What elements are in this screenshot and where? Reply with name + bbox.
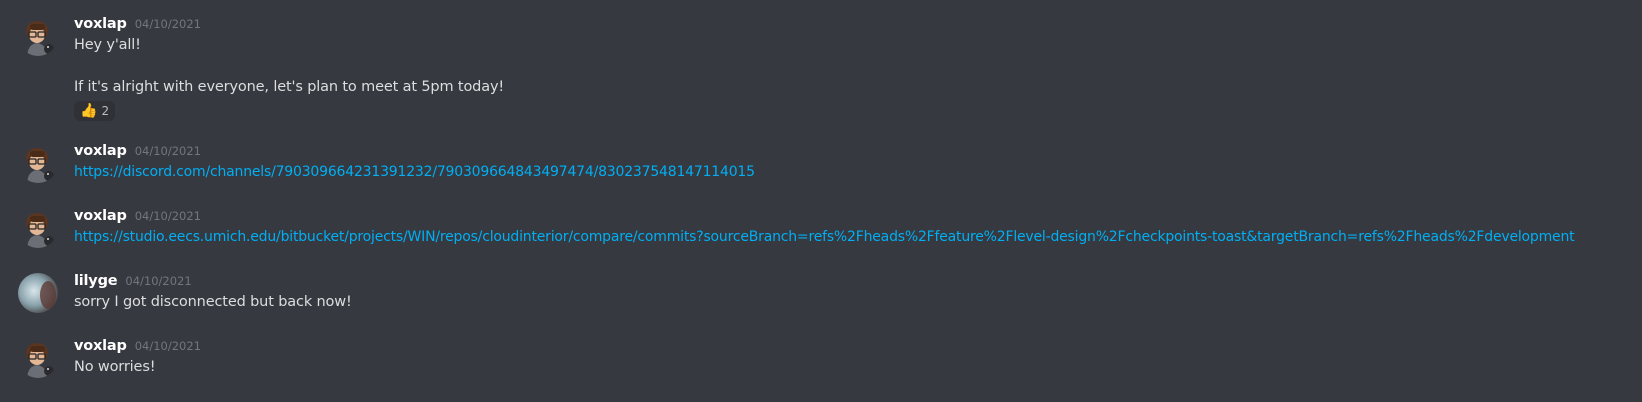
username[interactable]: voxlap xyxy=(74,143,127,159)
message-group: voxlap 04/10/2021 Hey y'all! If it's alr… xyxy=(0,16,1642,122)
avatar-lilyge-image xyxy=(18,273,58,313)
avatar[interactable] xyxy=(18,273,58,313)
message-header: voxlap 04/10/2021 xyxy=(74,338,201,358)
message-group: voxlap 04/10/2021 https://studio.eecs.um… xyxy=(0,208,1642,250)
avatar[interactable] xyxy=(18,16,58,56)
chat-message-list: voxlap 04/10/2021 Hey y'all! If it's alr… xyxy=(0,0,1642,402)
username[interactable]: voxlap xyxy=(74,338,127,354)
avatar-voxlap-image xyxy=(18,16,58,56)
message-header: voxlap 04/10/2021 xyxy=(74,16,201,36)
message-header: voxlap 04/10/2021 xyxy=(74,208,201,228)
username[interactable]: voxlap xyxy=(74,16,127,32)
message-header: lilyge 04/10/2021 xyxy=(74,273,192,293)
avatar-voxlap-image xyxy=(18,208,58,248)
timestamp: 04/10/2021 xyxy=(125,274,192,288)
message-content: https://discord.com/channels/79030966423… xyxy=(74,164,755,180)
message-text: If it's alright with everyone, let's pla… xyxy=(74,79,505,95)
reaction-thumbs-up[interactable]: 👍 2 xyxy=(74,101,116,121)
message-group: voxlap 04/10/2021 https://discord.com/ch… xyxy=(0,143,1642,185)
thumbs-up-icon: 👍 xyxy=(80,103,98,119)
message-link[interactable]: https://studio.eecs.umich.edu/bitbucket/… xyxy=(74,229,1575,245)
message-link[interactable]: https://discord.com/channels/79030966423… xyxy=(74,164,755,180)
timestamp: 04/10/2021 xyxy=(134,144,201,158)
message-content: https://studio.eecs.umich.edu/bitbucket/… xyxy=(74,229,1575,245)
avatar[interactable] xyxy=(18,143,58,183)
message-text: Hey y'all! xyxy=(74,37,141,53)
message-header: voxlap 04/10/2021 xyxy=(74,143,201,163)
message-group: voxlap 04/10/2021 No worries! xyxy=(0,338,1642,380)
timestamp: 04/10/2021 xyxy=(134,209,201,223)
username[interactable]: voxlap xyxy=(74,208,127,224)
message-text: sorry I got disconnected but back now! xyxy=(74,294,352,310)
timestamp: 04/10/2021 xyxy=(134,17,201,31)
username[interactable]: lilyge xyxy=(74,273,118,289)
avatar[interactable] xyxy=(18,338,58,378)
reaction-count: 2 xyxy=(101,104,110,118)
avatar-voxlap-image xyxy=(18,338,58,378)
timestamp: 04/10/2021 xyxy=(134,339,201,353)
avatar[interactable] xyxy=(18,208,58,248)
avatar-voxlap-image xyxy=(18,143,58,183)
message-group: lilyge 04/10/2021 sorry I got disconnect… xyxy=(0,273,1642,315)
message-text: No worries! xyxy=(74,359,156,375)
